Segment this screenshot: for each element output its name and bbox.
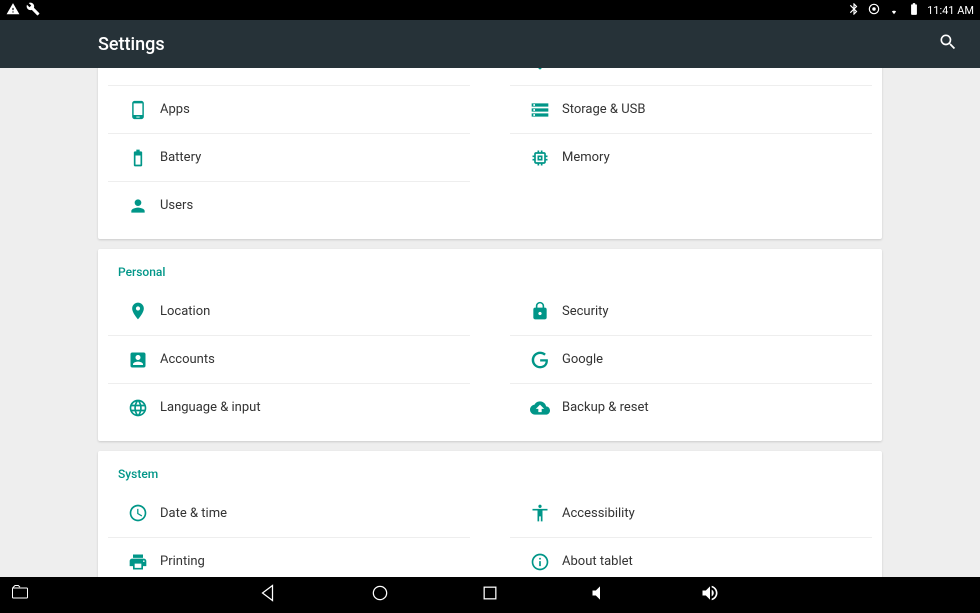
storage-icon bbox=[518, 100, 562, 120]
lock-icon bbox=[518, 301, 562, 321]
wrench-icon bbox=[26, 2, 40, 19]
item-label: Language & input bbox=[160, 400, 261, 415]
volume-down-button[interactable] bbox=[590, 583, 610, 607]
cloud-icon bbox=[518, 398, 562, 418]
sync-icon bbox=[867, 2, 881, 19]
item-label: Google bbox=[562, 352, 603, 367]
item-label: About tablet bbox=[562, 554, 633, 569]
item-google[interactable]: Google bbox=[510, 335, 872, 383]
item-label: Location bbox=[160, 304, 210, 319]
item-security[interactable]: Security bbox=[510, 287, 872, 335]
battery-icon bbox=[907, 2, 921, 19]
item-label: Sound & notification bbox=[562, 68, 678, 69]
item-location[interactable]: Location bbox=[108, 287, 470, 335]
item-about[interactable]: About tablet bbox=[510, 537, 872, 577]
info-icon bbox=[518, 552, 562, 572]
home-button[interactable] bbox=[370, 583, 390, 607]
battery-icon bbox=[116, 148, 160, 168]
item-apps[interactable]: Apps bbox=[108, 85, 470, 133]
section-header-personal: Personal bbox=[98, 249, 882, 287]
print-icon bbox=[116, 552, 160, 572]
apps-icon bbox=[116, 100, 160, 120]
clock-icon bbox=[116, 503, 160, 523]
item-label: Printing bbox=[160, 554, 205, 569]
item-label: Users bbox=[160, 198, 193, 213]
screenshot-button[interactable] bbox=[10, 583, 30, 607]
item-label: Memory bbox=[562, 150, 610, 165]
language-icon bbox=[116, 398, 160, 418]
users-icon bbox=[116, 196, 160, 216]
item-datetime[interactable]: Date & time bbox=[108, 489, 470, 537]
item-battery[interactable]: Battery bbox=[108, 133, 470, 181]
item-sound[interactable]: Sound & notification bbox=[510, 68, 872, 85]
item-label: Storage & USB bbox=[562, 102, 645, 117]
warning-icon bbox=[6, 2, 20, 19]
status-bar: 11:41 AM bbox=[0, 0, 980, 20]
item-label: Backup & reset bbox=[562, 400, 649, 415]
status-time: 11:41 AM bbox=[927, 4, 974, 17]
item-label: Accessibility bbox=[562, 506, 635, 521]
item-printing[interactable]: Printing bbox=[108, 537, 470, 577]
display-icon bbox=[116, 68, 160, 71]
back-button[interactable] bbox=[260, 583, 280, 607]
item-users[interactable]: Users bbox=[108, 181, 470, 229]
bell-icon bbox=[518, 68, 562, 71]
memory-icon bbox=[518, 148, 562, 168]
item-accessibility[interactable]: Accessibility bbox=[510, 489, 872, 537]
location-icon bbox=[116, 301, 160, 321]
card-system: System Date & time Printing Accessib bbox=[98, 451, 882, 577]
item-label: Date & time bbox=[160, 506, 227, 521]
item-storage[interactable]: Storage & USB bbox=[510, 85, 872, 133]
recent-button[interactable] bbox=[480, 583, 500, 607]
navigation-bar bbox=[0, 577, 980, 613]
app-bar: Settings bbox=[0, 20, 980, 68]
item-label: Battery bbox=[160, 150, 201, 165]
item-label: Apps bbox=[160, 102, 190, 117]
card-device: Display Apps Battery Users bbox=[98, 68, 882, 239]
wifi-icon bbox=[887, 2, 901, 19]
page-title: Settings bbox=[98, 34, 165, 55]
item-accounts[interactable]: Accounts bbox=[108, 335, 470, 383]
item-label: Security bbox=[562, 304, 609, 319]
card-personal: Personal Location Accounts Language & in… bbox=[98, 249, 882, 441]
accounts-icon bbox=[116, 350, 160, 370]
item-memory[interactable]: Memory bbox=[510, 133, 872, 181]
volume-up-button[interactable] bbox=[700, 583, 720, 607]
google-icon bbox=[518, 350, 562, 370]
bluetooth-icon bbox=[847, 2, 861, 19]
content-scroll[interactable]: Display Apps Battery Users bbox=[0, 68, 980, 577]
accessibility-icon bbox=[518, 503, 562, 523]
item-backup[interactable]: Backup & reset bbox=[510, 383, 872, 431]
search-button[interactable] bbox=[938, 32, 958, 56]
item-label: Accounts bbox=[160, 352, 215, 367]
item-display[interactable]: Display bbox=[108, 68, 470, 85]
item-label: Display bbox=[160, 68, 202, 69]
section-header-system: System bbox=[98, 451, 882, 489]
item-language[interactable]: Language & input bbox=[108, 383, 470, 431]
